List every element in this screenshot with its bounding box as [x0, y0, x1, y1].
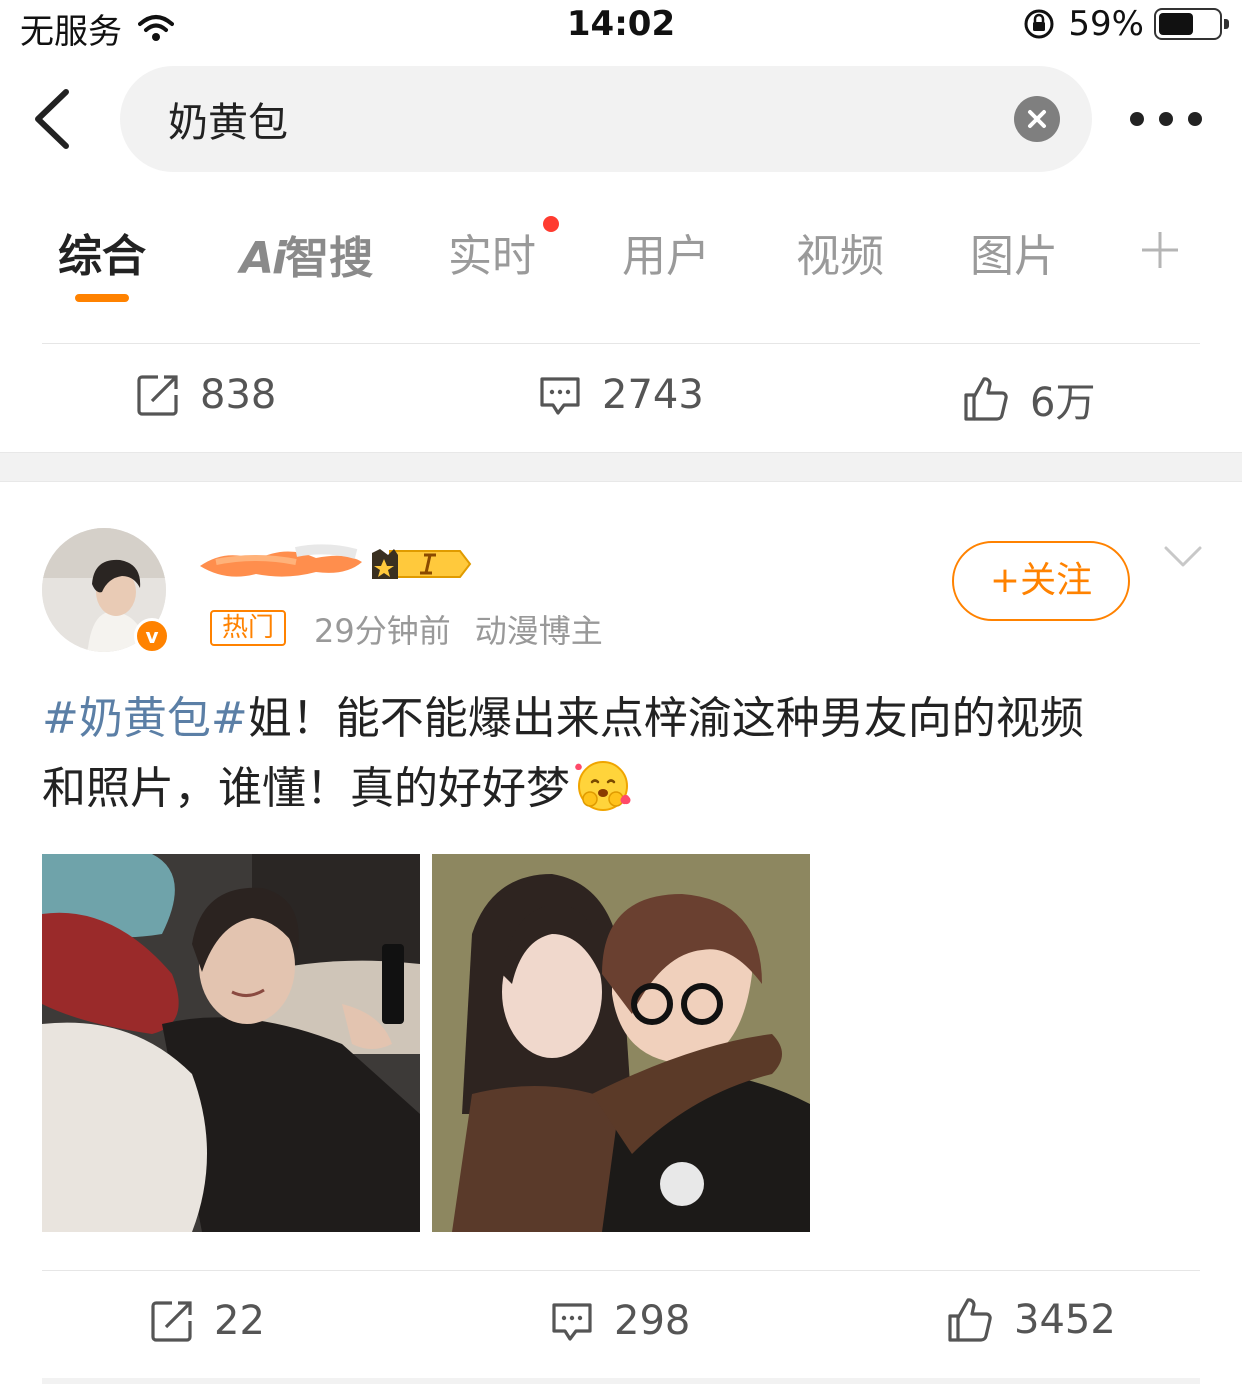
tab-realtime[interactable]: 实时	[448, 220, 536, 284]
thumbs-up-icon	[964, 377, 1008, 421]
tab-comprehensive[interactable]: 综合	[58, 220, 146, 284]
post-image-1-graphic	[42, 854, 420, 1232]
repost-count: 838	[200, 372, 277, 418]
repost-button[interactable]: 838	[136, 372, 276, 418]
author-role: 动漫博主	[474, 612, 603, 650]
chevron-down-icon[interactable]	[1164, 545, 1202, 569]
active-tab-indicator	[75, 294, 129, 302]
clear-search-button[interactable]	[1014, 96, 1060, 142]
post-image-2-graphic	[432, 854, 810, 1232]
add-tab-plus-icon[interactable]	[1140, 230, 1180, 270]
tab-videos[interactable]: 视频	[796, 220, 884, 284]
search-box[interactable]	[120, 66, 1092, 172]
like-count: 6万	[1030, 380, 1096, 426]
more-dot-icon	[1188, 112, 1202, 126]
more-dot-icon	[1159, 112, 1173, 126]
like-button[interactable]: 6万	[962, 370, 1095, 428]
hot-tag-badge: 热门	[210, 610, 287, 646]
like-button[interactable]: 3452	[946, 1296, 1116, 1344]
repost-icon	[137, 375, 178, 416]
ai-search-label: 智搜	[285, 233, 374, 284]
post-image-2[interactable]	[432, 854, 810, 1232]
follow-button[interactable]: +关注	[952, 541, 1130, 621]
topic-link[interactable]: #奶黄包#	[42, 693, 248, 744]
post-text-line1: 姐！能不能爆出来点梓渝这种男友向的视频	[247, 693, 1084, 744]
member-level-badge-icon	[372, 549, 472, 579]
comment-button[interactable]: 298	[550, 1298, 690, 1344]
ai-brand-text: Ai	[240, 233, 287, 284]
more-options-button[interactable]	[1130, 106, 1202, 132]
search-input[interactable]	[168, 92, 988, 146]
repost-count: 22	[214, 1298, 265, 1344]
comment-icon	[540, 377, 580, 415]
post-meta: 29分钟前 动漫博主	[314, 606, 603, 652]
comment-count: 2743	[602, 372, 704, 418]
battery-tip	[1224, 19, 1229, 29]
back-chevron-icon[interactable]	[28, 88, 78, 150]
divider	[42, 343, 1200, 344]
repost-icon	[151, 1301, 192, 1342]
repost-button[interactable]: 22	[150, 1298, 265, 1344]
tab-users[interactable]: 用户	[622, 220, 710, 284]
comment-count: 298	[614, 1298, 691, 1344]
rotation-lock-icon	[1024, 9, 1054, 39]
feed-separator	[42, 1378, 1200, 1384]
hugging-face-emoji-icon	[575, 761, 631, 811]
feed-separator	[0, 452, 1242, 482]
post-body: #奶黄包#姐！能不能爆出来点梓渝这种男友向的视频 和照片，谁懂！真的好好梦	[42, 684, 1202, 824]
more-dot-icon	[1130, 112, 1144, 126]
tab-ai-search[interactable]: Ai智搜	[240, 222, 373, 286]
divider	[42, 1270, 1200, 1271]
like-count: 3452	[1014, 1297, 1116, 1343]
status-bar: 无服务 14:02 59%	[0, 0, 1242, 52]
post-image-1[interactable]	[42, 854, 420, 1232]
tab-images[interactable]: 图片	[970, 220, 1058, 284]
battery-percent: 59%	[1068, 4, 1144, 44]
battery-icon	[1154, 8, 1229, 40]
close-icon	[1028, 110, 1046, 128]
thumbs-up-icon	[948, 1298, 992, 1342]
post-text-line2: 和照片，谁懂！真的好好梦	[42, 763, 570, 814]
redacted-username[interactable]	[196, 532, 366, 584]
battery-fill	[1159, 13, 1193, 35]
post-time: 29分钟前	[314, 612, 451, 650]
search-tabs: 综合 实时 用户 视频 图片	[0, 200, 1242, 320]
verified-badge-icon: v	[134, 618, 170, 654]
realtime-notification-dot	[543, 216, 559, 232]
comment-icon	[552, 1303, 592, 1341]
comment-button[interactable]: 2743	[538, 372, 704, 418]
status-right: 59%	[1022, 4, 1229, 44]
